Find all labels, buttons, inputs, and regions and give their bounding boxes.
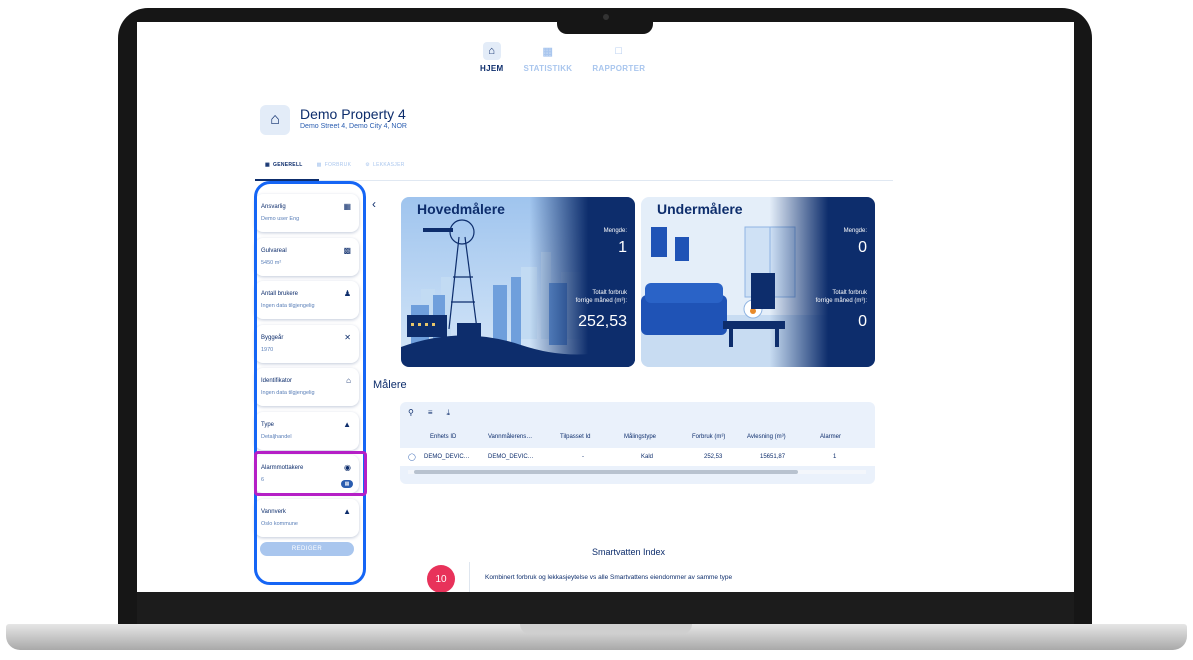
meter-total-label-line2: forrige måned (m³): [815,298,867,305]
collapse-chevron-icon[interactable]: ‹ [372,197,376,211]
table-cell: 15651,87 [760,454,786,460]
meters-table: ⚲ ≡ ⤓ Enhets ID Vannmålerens… Tilpasset … [400,402,875,484]
tab-label: FORBRUK [324,162,352,168]
tab-label: RAPPORTER [592,64,646,73]
main-meters-illustration [401,197,635,367]
table-row[interactable]: ◯ DEMO_DEVIC… DEMO_DEVIC… - Kald 252,53 … [400,448,875,466]
camera-icon [603,14,609,20]
building-icon: ▦ [265,162,271,168]
table-cell: - [582,454,584,460]
chart-icon: ▦ [542,45,554,58]
property-home-icon: ⌂ [260,105,290,135]
table-cell: DEMO_DEVIC… [424,454,470,460]
tab-generell[interactable]: ▦ GENERELL [265,162,303,168]
filter-icon[interactable]: ≡ [428,408,433,418]
meter-card-title: Hovedmålere [417,201,505,217]
table-header: Enhets ID Vannmålerens… Tilpasset Id Mål… [400,428,875,448]
tab-label: STATISTIKK [523,64,573,73]
top-navigation: ⌂ HJEM ▦ STATISTIKK □ RAPPORTER [480,42,645,73]
meter-total-value: 252,53 [578,313,627,330]
meter-card-title: Undermålere [657,201,743,217]
column-header[interactable]: Forbruk (m³) [692,434,725,440]
meter-total-label-line2: forrige måned (m³): [575,298,627,305]
column-header[interactable]: Alarmer [820,434,841,440]
main-meters-card[interactable]: Hovedmålere Mengde: 1 Totalt forbruk for… [401,197,635,367]
tab-label: HJEM [480,64,504,73]
index-divider [469,562,470,592]
tab-statistikk[interactable]: ▦ STATISTIKK [523,42,573,74]
meter-total-label: Totalt forbruk forrige måned (m³): [816,289,867,305]
laptop-notch [557,8,653,34]
meter-count-value: 0 [858,239,867,256]
tab-forbruk[interactable]: ▩ FORBRUK [317,162,352,168]
column-header[interactable]: Målingstype [624,434,656,440]
index-score-badge: 10 [427,565,455,592]
table-cell: DEMO_DEVIC… [488,454,534,460]
bar-chart-icon: ▩ [316,162,322,168]
column-header[interactable]: Avlesning (m³) [747,434,786,440]
sub-meters-illustration [641,197,875,367]
tab-rapporter[interactable]: □ RAPPORTER [592,42,645,73]
highlight-sidebar-box [254,181,366,585]
table-cell: 1 [833,454,837,460]
sub-meters-card[interactable]: Undermålere Mengde: 0 Totalt forbruk for… [641,197,875,367]
tab-label: GENERELL [273,162,303,168]
meter-total-label: Totalt forbruk forrige måned (m³): [576,289,627,305]
index-title: Smartvatten Index [592,547,666,557]
meter-count-value: 1 [618,239,627,256]
meter-count-label: Mengde: [603,228,627,234]
page-title: Demo Property 4 [300,106,406,122]
gear-icon: ⚙ [365,162,371,168]
highlight-alarm-box [254,451,367,496]
meter-total-label-line1: Totalt forbruk [592,290,627,296]
tab-lekkasjer[interactable]: ⚙ LEKKASJER [365,162,404,168]
table-cell: Kald [641,454,654,460]
tab-label: LEKKASJER [373,162,405,168]
column-header[interactable]: Vannmålerens… [488,434,532,440]
laptop-base-notch [520,624,692,634]
download-icon[interactable]: ⤓ [447,408,451,418]
home-icon: ⌂ [482,42,501,60]
index-description: Kombinert forbruk og lekkasjeytelse vs a… [485,574,733,581]
scrollbar-thumb[interactable] [414,470,798,474]
table-toolbar: ⚲ ≡ ⤓ [408,408,450,418]
clipboard-icon: □ [615,45,623,57]
search-icon[interactable]: ⚲ [408,408,414,418]
column-header[interactable]: Tilpasset Id [560,434,590,440]
meters-section-title: Målere [373,379,407,391]
meter-total-value: 0 [858,313,867,330]
tab-hjem[interactable]: ⌂ HJEM [480,42,503,73]
meter-total-label-line1: Totalt forbruk [832,290,867,296]
property-address: Demo Street 4, Demo City 4, NOR [300,123,407,130]
column-header[interactable]: Enhets ID [430,434,456,440]
horizontal-scrollbar[interactable] [408,470,866,474]
sub-tabs: ▦ GENERELL ▩ FORBRUK ⚙ LEKKASJER [265,162,405,168]
meter-count-label: Mengde: [843,228,867,234]
screen-bezel-bottom [137,592,1074,628]
meter-gauge-icon: ◯ [408,454,416,461]
table-cell: 252,53 [704,454,723,460]
